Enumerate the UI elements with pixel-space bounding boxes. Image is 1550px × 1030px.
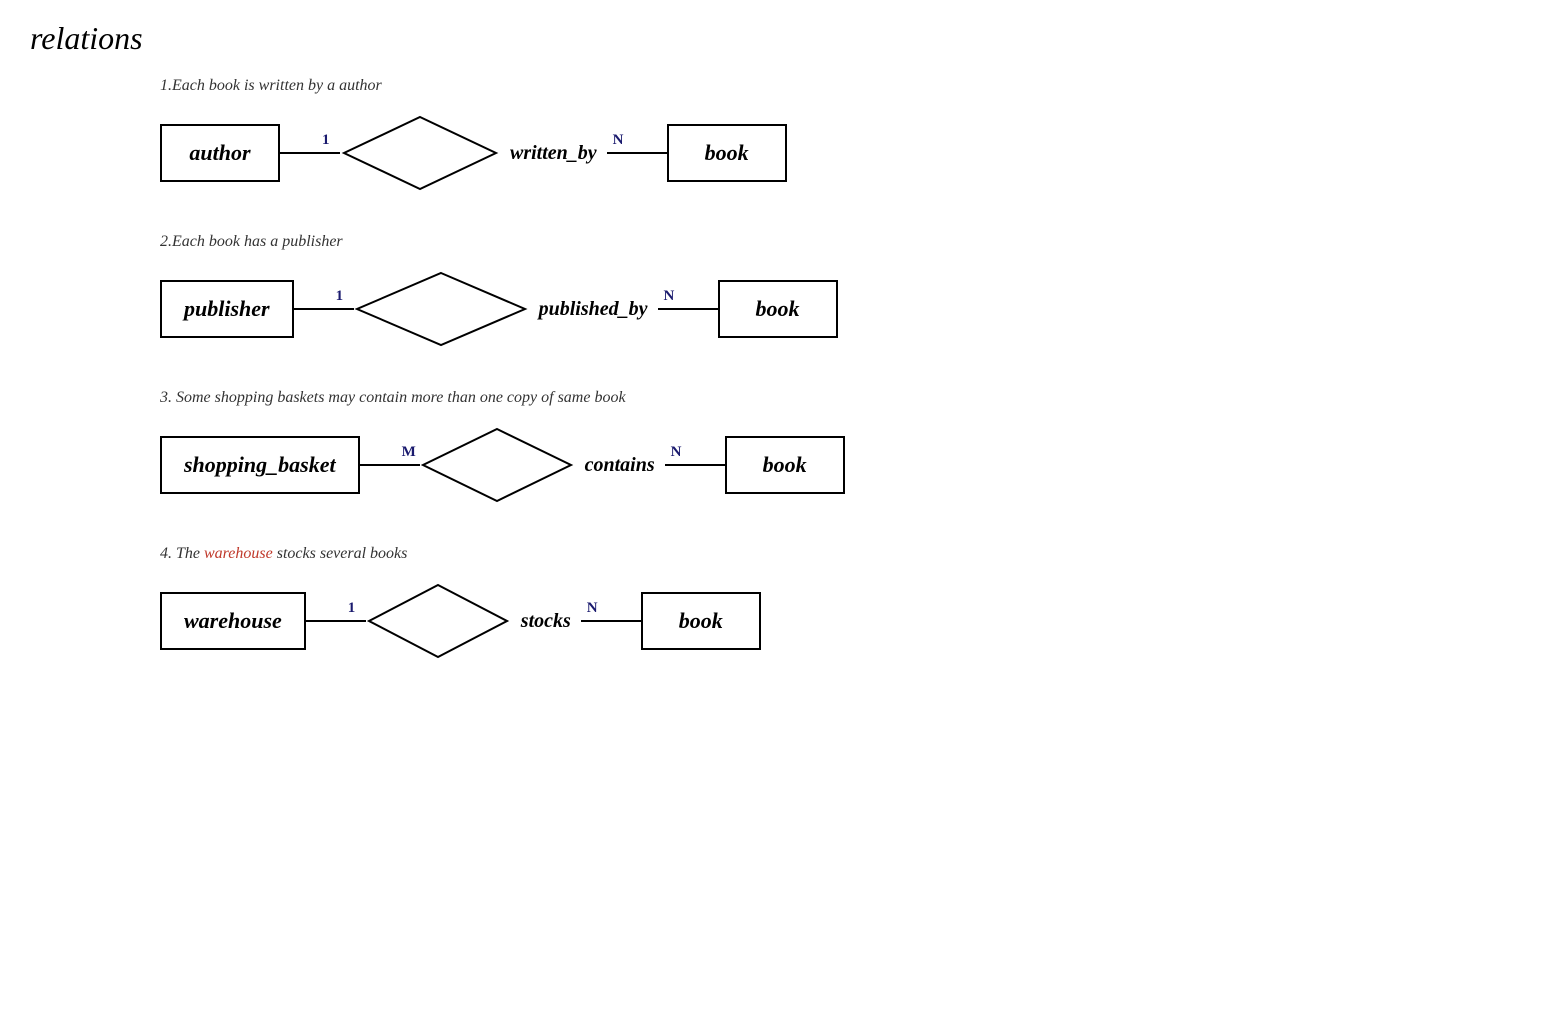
diamond-stocks: stocks — [366, 581, 581, 661]
left-connector-4: 1 — [306, 620, 366, 622]
relation-2-description: 2.Each book has a publisher — [160, 233, 1520, 251]
left-connector-1: 1 — [280, 152, 340, 154]
right-connector-4: N — [581, 620, 641, 622]
line-right-4 — [581, 620, 641, 622]
er-diagram-4: warehouse 1 stocks N book — [160, 581, 1520, 661]
right-connector-3: N — [665, 464, 725, 466]
right-connector-2: N — [658, 308, 718, 310]
line-left-1 — [280, 152, 340, 154]
diamond-contains: contains — [420, 425, 665, 505]
diamond-shape-4 — [366, 581, 511, 661]
entity-book-1: book — [667, 124, 787, 182]
entity-book-3: book — [725, 436, 845, 494]
line-left-2 — [294, 308, 354, 310]
er-diagram-3: shopping_basket M contains N book — [160, 425, 1520, 505]
entity-book-2: book — [718, 280, 838, 338]
left-connector-3: M — [360, 464, 420, 466]
relation-3-description: 3. Some shopping baskets may contain mor… — [160, 389, 1520, 407]
card-left-3: M — [402, 444, 416, 461]
left-connector-2: 1 — [294, 308, 354, 310]
line-right-3 — [665, 464, 725, 466]
right-connector-1: N — [607, 152, 667, 154]
relation-section-1: 1.Each book is written by a author autho… — [30, 77, 1520, 193]
diamond-written-by: written_by — [340, 113, 607, 193]
line-left-4 — [306, 620, 366, 622]
entity-warehouse: warehouse — [160, 592, 306, 650]
card-right-4: N — [587, 600, 598, 617]
er-diagram-2: publisher 1 published_by N book — [160, 269, 1520, 349]
relation-4-desc-part2: stocks several books — [273, 545, 408, 562]
card-right-3: N — [671, 444, 682, 461]
relationship-label-4: stocks — [511, 610, 581, 633]
relationship-label-3: contains — [575, 454, 665, 477]
entity-book-4: book — [641, 592, 761, 650]
er-diagram-1: author 1 written_by N book — [160, 113, 1520, 193]
line-left-3 — [360, 464, 420, 466]
relation-section-2: 2.Each book has a publisher publisher 1 … — [30, 233, 1520, 349]
entity-shopping-basket: shopping_basket — [160, 436, 360, 494]
entity-author: author — [160, 124, 280, 182]
diamond-shape-1 — [340, 113, 500, 193]
diamond-shape-2 — [354, 269, 529, 349]
line-right-2 — [658, 308, 718, 310]
diamond-shape-3 — [420, 425, 575, 505]
relation-4-highlight: warehouse — [204, 545, 273, 562]
page-title: relations — [30, 20, 1520, 57]
diamond-published-by: published_by — [354, 269, 658, 349]
line-right-1 — [607, 152, 667, 154]
relation-section-4: 4. The warehouse stocks several books wa… — [30, 545, 1520, 661]
relation-1-description: 1.Each book is written by a author — [160, 77, 1520, 95]
card-left-2: 1 — [336, 288, 344, 305]
relation-4-desc-part1: 4. The — [160, 545, 204, 562]
card-right-2: N — [664, 288, 675, 305]
entity-publisher: publisher — [160, 280, 294, 338]
relation-section-3: 3. Some shopping baskets may contain mor… — [30, 389, 1520, 505]
relation-4-description: 4. The warehouse stocks several books — [160, 545, 1520, 563]
card-left-1: 1 — [322, 132, 330, 149]
relationship-label-1: written_by — [500, 142, 607, 165]
card-right-1: N — [613, 132, 624, 149]
relationship-label-2: published_by — [529, 298, 658, 321]
card-left-4: 1 — [348, 600, 356, 617]
